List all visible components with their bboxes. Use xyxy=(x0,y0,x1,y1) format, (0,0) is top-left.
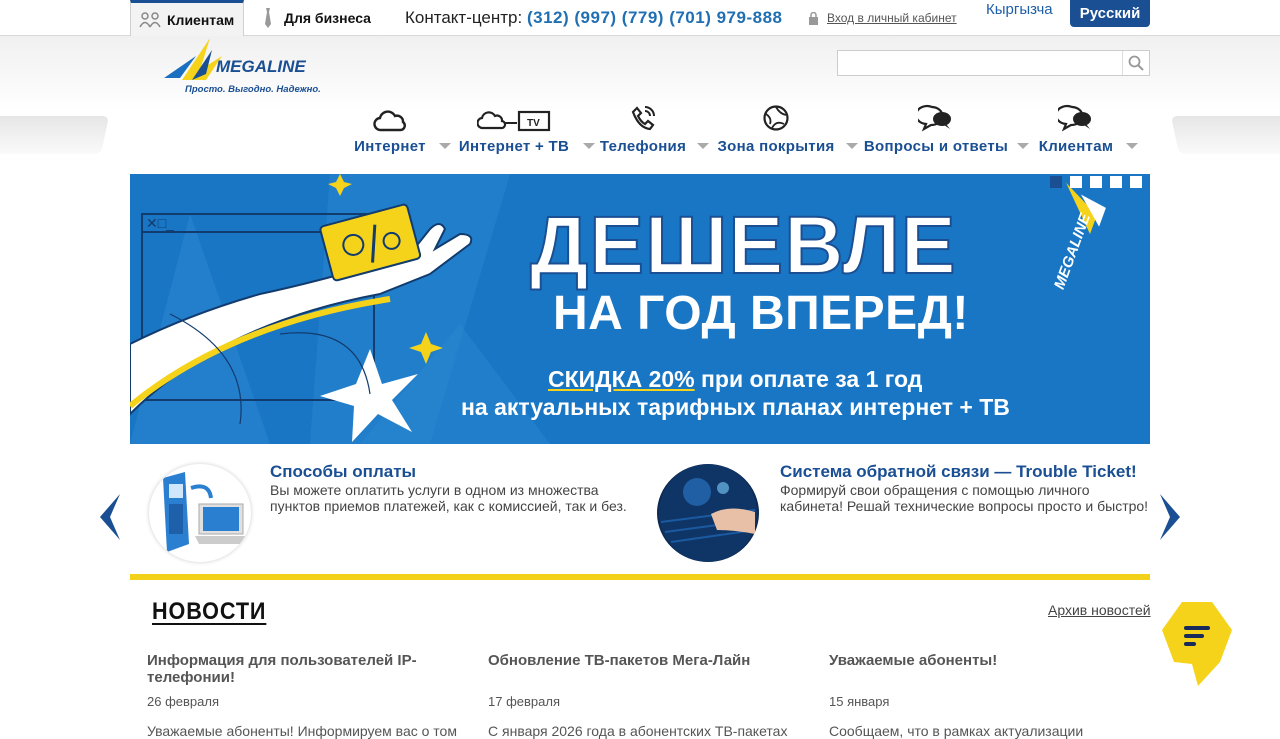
payment-terminal-image xyxy=(149,464,251,562)
slider-dot[interactable] xyxy=(1050,176,1062,188)
login-link[interactable]: Вход в личный кабинет xyxy=(808,11,957,25)
banner-discount-line: СКИДКА 20% при оплате за 1 год xyxy=(548,366,922,393)
lang-russian[interactable]: Русский xyxy=(1070,0,1150,27)
nav-label: Зона покрытия xyxy=(717,138,835,155)
news-item[interactable]: Обновление ТВ-пакетов Мега-Лайн 17 февра… xyxy=(488,652,788,739)
news-date: 17 февраля xyxy=(488,694,560,709)
nav-dropdown-arrow[interactable] xyxy=(583,143,595,149)
top-bar: Клиентам Для бизнеса Контакт-центр: (312… xyxy=(0,0,1280,36)
search-input[interactable] xyxy=(838,51,1122,75)
phone-icon xyxy=(631,106,655,131)
search-button[interactable] xyxy=(1122,51,1149,75)
search-icon xyxy=(1128,55,1144,71)
promo-payment[interactable]: Способы оплаты Вы можете оплатить услуги… xyxy=(145,460,645,570)
logo-tagline: Просто. Выгодно. Надежно. xyxy=(185,84,321,95)
carousel-prev-arrow[interactable] xyxy=(96,492,122,542)
news-body: Сообщаем, что в рамках актуализации xyxy=(829,723,1084,739)
slider-dot[interactable] xyxy=(1110,176,1122,188)
news-body: С января 2026 года в абонентских ТВ-паке… xyxy=(488,723,788,739)
nav-label: Вопросы и ответы xyxy=(863,138,1009,155)
keyboard-image xyxy=(657,464,759,562)
promo-title: Система обратной связи — Trouble Ticket! xyxy=(780,462,1137,481)
promo-text-line: пунктов приемов платежей, как с комиссие… xyxy=(270,498,627,514)
promo-text: Формируй свои обращения с помощью личног… xyxy=(780,482,1148,514)
banner-detail: на актуальных тарифных планах интернет +… xyxy=(461,394,1010,420)
promo-text-line: Формируй свои обращения с помощью личног… xyxy=(780,482,1090,498)
news-title[interactable]: Обновление ТВ-пакетов Мега-Лайн xyxy=(488,652,788,669)
news-title[interactable]: Уважаемые абоненты! xyxy=(829,652,1119,669)
promo-text-line: Вы можете оплатить услуги в одном из мно… xyxy=(270,482,599,498)
tab-business[interactable]: Для бизнеса xyxy=(258,0,371,36)
lang-kyrgyz[interactable]: Кыргызча xyxy=(986,1,1053,18)
slider-dot[interactable] xyxy=(1090,176,1102,188)
tab-clients-label: Клиентам xyxy=(167,11,235,28)
news-date: 15 января xyxy=(829,694,890,709)
nav-item-internet[interactable]: Интернет xyxy=(352,100,428,160)
promo-text: Вы можете оплатить услуги в одном из мно… xyxy=(270,482,627,514)
nav-label: Клиентам xyxy=(1038,138,1114,155)
svg-text:✕□_: ✕□_ xyxy=(146,215,174,231)
news-archive-link[interactable]: Архив новостей xyxy=(1048,602,1151,618)
promo-text-line: кабинета! Решай технические вопросы прос… xyxy=(780,498,1149,514)
chat-bubbles-icon xyxy=(918,104,951,132)
svg-text:TV: TV xyxy=(527,118,540,129)
nav-dropdown-arrow[interactable] xyxy=(697,143,709,149)
carousel-next-arrow[interactable] xyxy=(1158,492,1184,542)
slider-dot[interactable] xyxy=(1070,176,1082,188)
news-item[interactable]: Информация для пользователей IP-телефони… xyxy=(147,652,457,739)
banner-discount: СКИДКА 20% xyxy=(548,366,695,392)
banner-headline: ДЕШЕВЛЕ xyxy=(529,199,957,292)
nav-label: Телефония xyxy=(599,138,687,155)
cloud-icon xyxy=(373,110,406,132)
contact-center: Контакт-центр: (312) (997) (779) (701) 9… xyxy=(405,8,783,28)
nav-dropdown-arrow[interactable] xyxy=(1126,143,1138,149)
promo-trouble-ticket[interactable]: Система обратной связи — Trouble Ticket!… xyxy=(655,460,1155,570)
chat-widget-button[interactable] xyxy=(1160,600,1234,688)
main-nav: Интернет TV Интернет + ТВ Телефония Зона… xyxy=(0,100,1280,160)
banner-discount-rest: при оплате за 1 год xyxy=(694,366,923,392)
nav-dropdown-arrow[interactable] xyxy=(846,143,858,149)
tie-icon xyxy=(265,8,271,28)
section-divider xyxy=(130,574,1150,580)
news-item[interactable]: Уважаемые абоненты! 15 января Сообщаем, … xyxy=(829,652,1119,739)
banner-subheadline: НА ГОД ВПЕРЕД! xyxy=(553,287,969,340)
chat-bubbles-icon xyxy=(1058,104,1091,132)
login-label: Вход в личный кабинет xyxy=(827,11,957,25)
news-date: 26 февраля xyxy=(147,694,219,709)
nav-item-coverage[interactable]: Зона покрытия xyxy=(717,100,835,160)
nav-dropdown-arrow[interactable] xyxy=(1017,143,1029,149)
nav-item-faq[interactable]: Вопросы и ответы xyxy=(863,100,1009,160)
slider-dot[interactable] xyxy=(1130,176,1142,188)
nav-dropdown-arrow[interactable] xyxy=(439,143,451,149)
news-title[interactable]: Информация для пользователей IP-телефони… xyxy=(147,652,457,686)
tab-clients[interactable]: Клиентам xyxy=(130,0,244,36)
tab-business-label: Для бизнеса xyxy=(284,10,371,26)
promo-banner[interactable]: ✕□_ MEGALINE ДЕШЕВЛЕ НА ГОД ВПЕРЕД! СКИД… xyxy=(130,174,1150,444)
cloud-tv-icon: TV xyxy=(477,110,551,132)
contact-label: Контакт-центр: xyxy=(405,8,523,27)
slider-dots xyxy=(1050,176,1142,188)
logo-text: MEGALINE xyxy=(216,57,306,76)
nav-label: Интернет xyxy=(354,138,426,155)
banner-logo-text: MEGALINE xyxy=(1051,210,1094,291)
people-icon xyxy=(139,11,161,27)
news-heading: НОВОСТИ xyxy=(152,598,267,625)
news-body: Уважаемые абоненты! Информируем вас о то… xyxy=(147,723,457,739)
lock-icon xyxy=(809,11,818,25)
promo-title: Способы оплаты xyxy=(270,462,417,481)
globe-icon xyxy=(763,105,789,131)
contact-phones[interactable]: (312) (997) (779) (701) 979-888 xyxy=(527,8,783,27)
nav-label: Интернет + ТВ xyxy=(458,138,570,155)
nav-item-telephony[interactable]: Телефония xyxy=(600,100,686,160)
nav-item-internet-tv[interactable]: TV Интернет + ТВ xyxy=(458,100,570,160)
search-box xyxy=(837,50,1150,76)
nav-item-clients[interactable]: Клиентам xyxy=(1036,100,1116,160)
